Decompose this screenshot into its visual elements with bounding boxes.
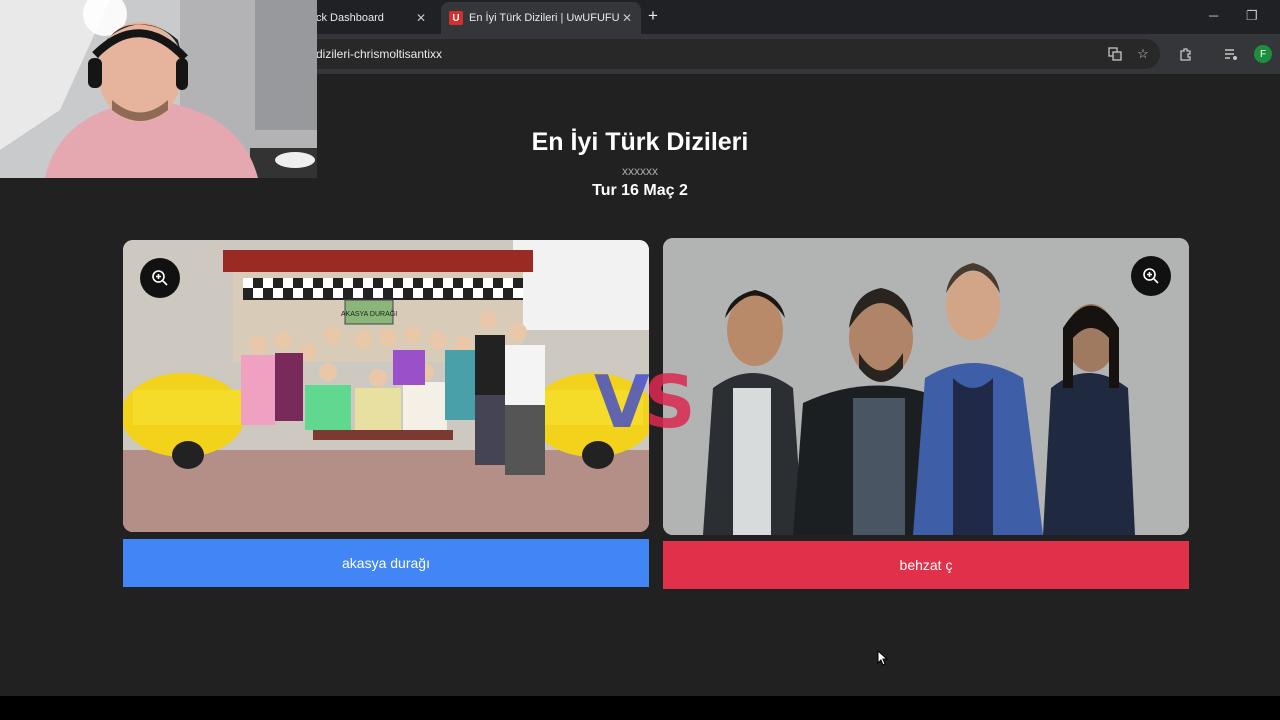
- bookmark-star-icon[interactable]: ☆: [1134, 45, 1152, 63]
- choice-button-right[interactable]: behzat ç: [663, 541, 1189, 589]
- close-icon[interactable]: ✕: [416, 11, 426, 25]
- new-tab-button[interactable]: +: [648, 6, 658, 26]
- sign-text: AKASYA DURAĞI: [341, 309, 397, 318]
- candidate-image-right[interactable]: [663, 238, 1189, 535]
- choice-button-left[interactable]: akasya durağı: [123, 539, 649, 587]
- translate-icon[interactable]: [1106, 45, 1124, 63]
- close-icon[interactable]: ✕: [622, 11, 632, 25]
- tab-uwufufu[interactable]: U En İyi Türk Dizileri | UwUFUFU ✕: [441, 2, 641, 34]
- tab-dashboard-label: ck Dashboard: [316, 12, 384, 24]
- webcam-overlay: [0, 0, 317, 178]
- zoom-in-icon: [152, 270, 168, 286]
- webcam-feed: [0, 0, 317, 178]
- restore-icon[interactable]: ❐: [1246, 8, 1258, 24]
- address-bar[interactable]: dizileri-chrismoltisantixx: [300, 39, 1160, 69]
- tab-dashboard[interactable]: ck Dashboard ✕: [310, 2, 440, 34]
- versus-label: VS: [594, 360, 696, 444]
- round-indicator: Tur 16 Maç 2: [592, 182, 688, 199]
- candidate-image-left[interactable]: AKASYA DURAĞI: [123, 240, 649, 532]
- zoom-in-icon: [1143, 268, 1159, 284]
- media-control-icon[interactable]: [1222, 45, 1240, 63]
- zoom-left-button[interactable]: [140, 258, 180, 298]
- profile-avatar[interactable]: F: [1254, 45, 1272, 63]
- url-text: dizileri-chrismoltisantixx: [316, 47, 443, 61]
- candidate-photo-left: AKASYA DURAĞI: [123, 240, 649, 532]
- uwufufu-favicon-icon: U: [449, 11, 463, 25]
- extensions-icon[interactable]: [1177, 45, 1195, 63]
- minimize-icon[interactable]: ─: [1209, 8, 1218, 23]
- candidate-photo-right: [663, 238, 1189, 535]
- zoom-right-button[interactable]: [1131, 256, 1171, 296]
- bottom-bar: [0, 696, 1280, 720]
- tab-uwufufu-label: En İyi Türk Dizileri | UwUFUFU: [469, 12, 620, 24]
- mouse-cursor-icon: [877, 650, 889, 666]
